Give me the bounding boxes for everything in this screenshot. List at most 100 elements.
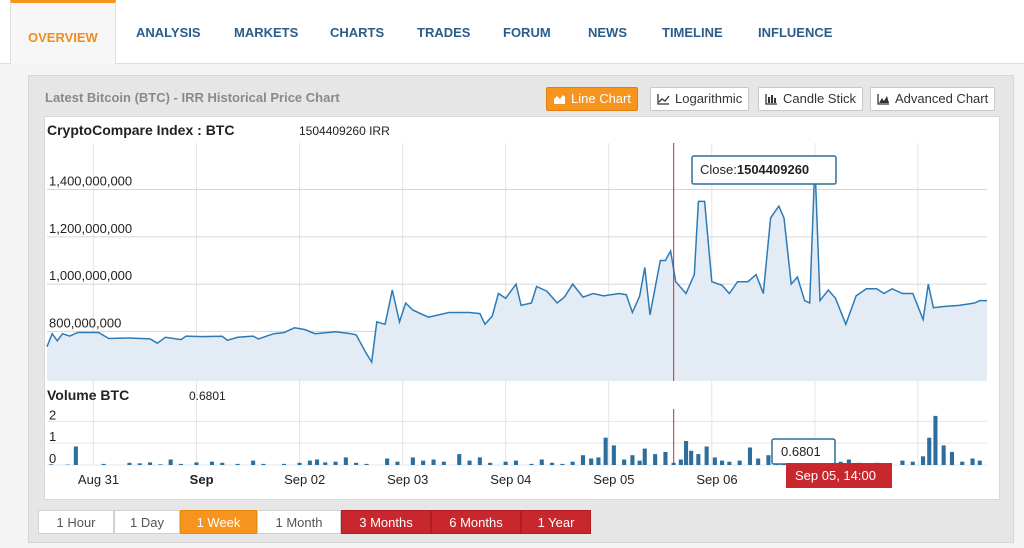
volume-bar (297, 462, 302, 465)
volume-bar (282, 463, 287, 465)
tab-forum[interactable]: FORUM (503, 0, 551, 64)
volume-bar (529, 463, 534, 465)
x-tick-label: Sep 04 (490, 472, 531, 487)
volume-bar (910, 461, 915, 465)
line-chart-button[interactable]: Line Chart (546, 87, 638, 111)
tab-charts[interactable]: CHARTS (330, 0, 384, 64)
volume-bar (756, 458, 761, 465)
x-tick-label: Sep 03 (387, 472, 428, 487)
volume-bar (689, 450, 694, 465)
volume-bar (395, 461, 400, 465)
close-tooltip-label: Close: (700, 162, 737, 177)
candle-stick-button[interactable]: Candle Stick (758, 87, 863, 111)
volume-bar (642, 448, 647, 465)
volume-bar (315, 459, 320, 465)
volume-bar (927, 437, 932, 465)
volume-series-label: Volume BTC (47, 387, 129, 403)
volume-bar (488, 462, 493, 465)
crosshair-date-label: Sep 05, 14:00 (786, 463, 892, 488)
volume-bar (747, 447, 752, 465)
volume-bar (678, 459, 683, 465)
volume-bar (622, 459, 627, 465)
area-chart-icon (554, 95, 565, 104)
volume-bar (421, 460, 426, 465)
volume-bar (385, 458, 390, 465)
price-tick-label: 1,000,000,000 (49, 268, 132, 283)
volume-bar (949, 451, 954, 465)
close-tooltip: Close:1504409260 (691, 155, 837, 185)
tab-markets[interactable]: MARKETS (234, 0, 298, 64)
candle-stick-label: Candle Stick (783, 91, 856, 106)
chart-area[interactable]: 600,000,000800,000,0001,000,000,0001,200… (44, 116, 1022, 501)
tab-analysis[interactable]: ANALYSIS (136, 0, 201, 64)
volume-bar (712, 457, 717, 465)
range-1-day[interactable]: 1 Day (114, 510, 180, 534)
logarithmic-button[interactable]: Logarithmic (650, 87, 750, 111)
price-volume-chart[interactable]: 600,000,000800,000,0001,000,000,0001,200… (45, 117, 1022, 501)
range-1-hour[interactable]: 1 Hour (38, 510, 114, 534)
range-6-months[interactable]: 6 Months (431, 510, 521, 534)
advanced-chart-label: Advanced Chart (895, 91, 989, 106)
range-1-year[interactable]: 1 Year (521, 510, 591, 534)
price-current-value: 1504409260 IRR (299, 124, 390, 138)
volume-bar (441, 461, 446, 465)
volume-bar (921, 456, 926, 465)
volume-bar (653, 454, 658, 465)
volume-bar (603, 437, 608, 465)
volume-bar (364, 463, 369, 465)
panel-title: Latest Bitcoin (BTC) - IRR Historical Pr… (45, 90, 340, 105)
range-3-months[interactable]: 3 Months (341, 510, 431, 534)
volume-bar (209, 461, 214, 465)
volume-bar (148, 462, 153, 465)
volume-bar (503, 461, 508, 465)
tab-trades[interactable]: TRADES (417, 0, 470, 64)
volume-bars (49, 415, 982, 465)
volume-bar (766, 455, 771, 465)
volume-bar (611, 445, 616, 465)
volume-bar (941, 445, 946, 465)
x-tick-label: Sep 02 (284, 472, 325, 487)
volume-bar (539, 459, 544, 465)
volume-bar (704, 446, 709, 465)
volume-bar (137, 463, 142, 465)
volume-bar (220, 462, 225, 465)
advanced-chart-button[interactable]: Advanced Chart (870, 87, 996, 111)
volume-bar (550, 462, 555, 465)
tab-timeline[interactable]: TIMELINE (662, 0, 723, 64)
volume-bar (457, 454, 462, 465)
tab-overview[interactable]: OVERVIEW (10, 0, 116, 64)
tab-news[interactable]: NEWS (588, 0, 627, 64)
logarithmic-label: Logarithmic (675, 91, 743, 106)
top-nav: OVERVIEW ANALYSIS MARKETS CHARTS TRADES FORUM… (0, 0, 1024, 64)
volume-bar (727, 461, 732, 465)
volume-bar (168, 459, 173, 465)
volume-bar (580, 455, 585, 465)
volume-bar (431, 459, 436, 465)
tab-influence[interactable]: INFLUENCE (758, 0, 832, 64)
volume-bar (630, 455, 635, 465)
volume-bar (900, 460, 905, 465)
volume-bar (970, 458, 975, 465)
volume-tick-label: 0 (49, 451, 56, 466)
line-chart-icon (657, 94, 670, 105)
bar-chart-icon (765, 94, 777, 105)
price-area (47, 163, 987, 381)
price-tick-label: 1,400,000,000 (49, 174, 132, 189)
volume-bar (333, 461, 338, 465)
volume-bar (720, 460, 725, 465)
volume-bar (960, 461, 965, 465)
range-1-week[interactable]: 1 Week (180, 510, 257, 534)
price-tick-label: 800,000,000 (49, 315, 121, 330)
volume-bar (513, 460, 518, 465)
volume-bar (696, 454, 701, 465)
range-1-month[interactable]: 1 Month (257, 510, 341, 534)
volume-bar (596, 457, 601, 465)
price-series-label: CryptoCompare Index : BTC (47, 122, 234, 138)
volume-bar (158, 464, 163, 465)
volume-bar (323, 462, 328, 465)
volume-bar (235, 463, 240, 465)
volume-current-value: 0.6801 (189, 389, 226, 403)
crosshair-date-text: Sep 05, 14:00 (795, 468, 876, 483)
volume-tick-label: 2 (49, 407, 56, 422)
volume-bar (570, 461, 575, 465)
